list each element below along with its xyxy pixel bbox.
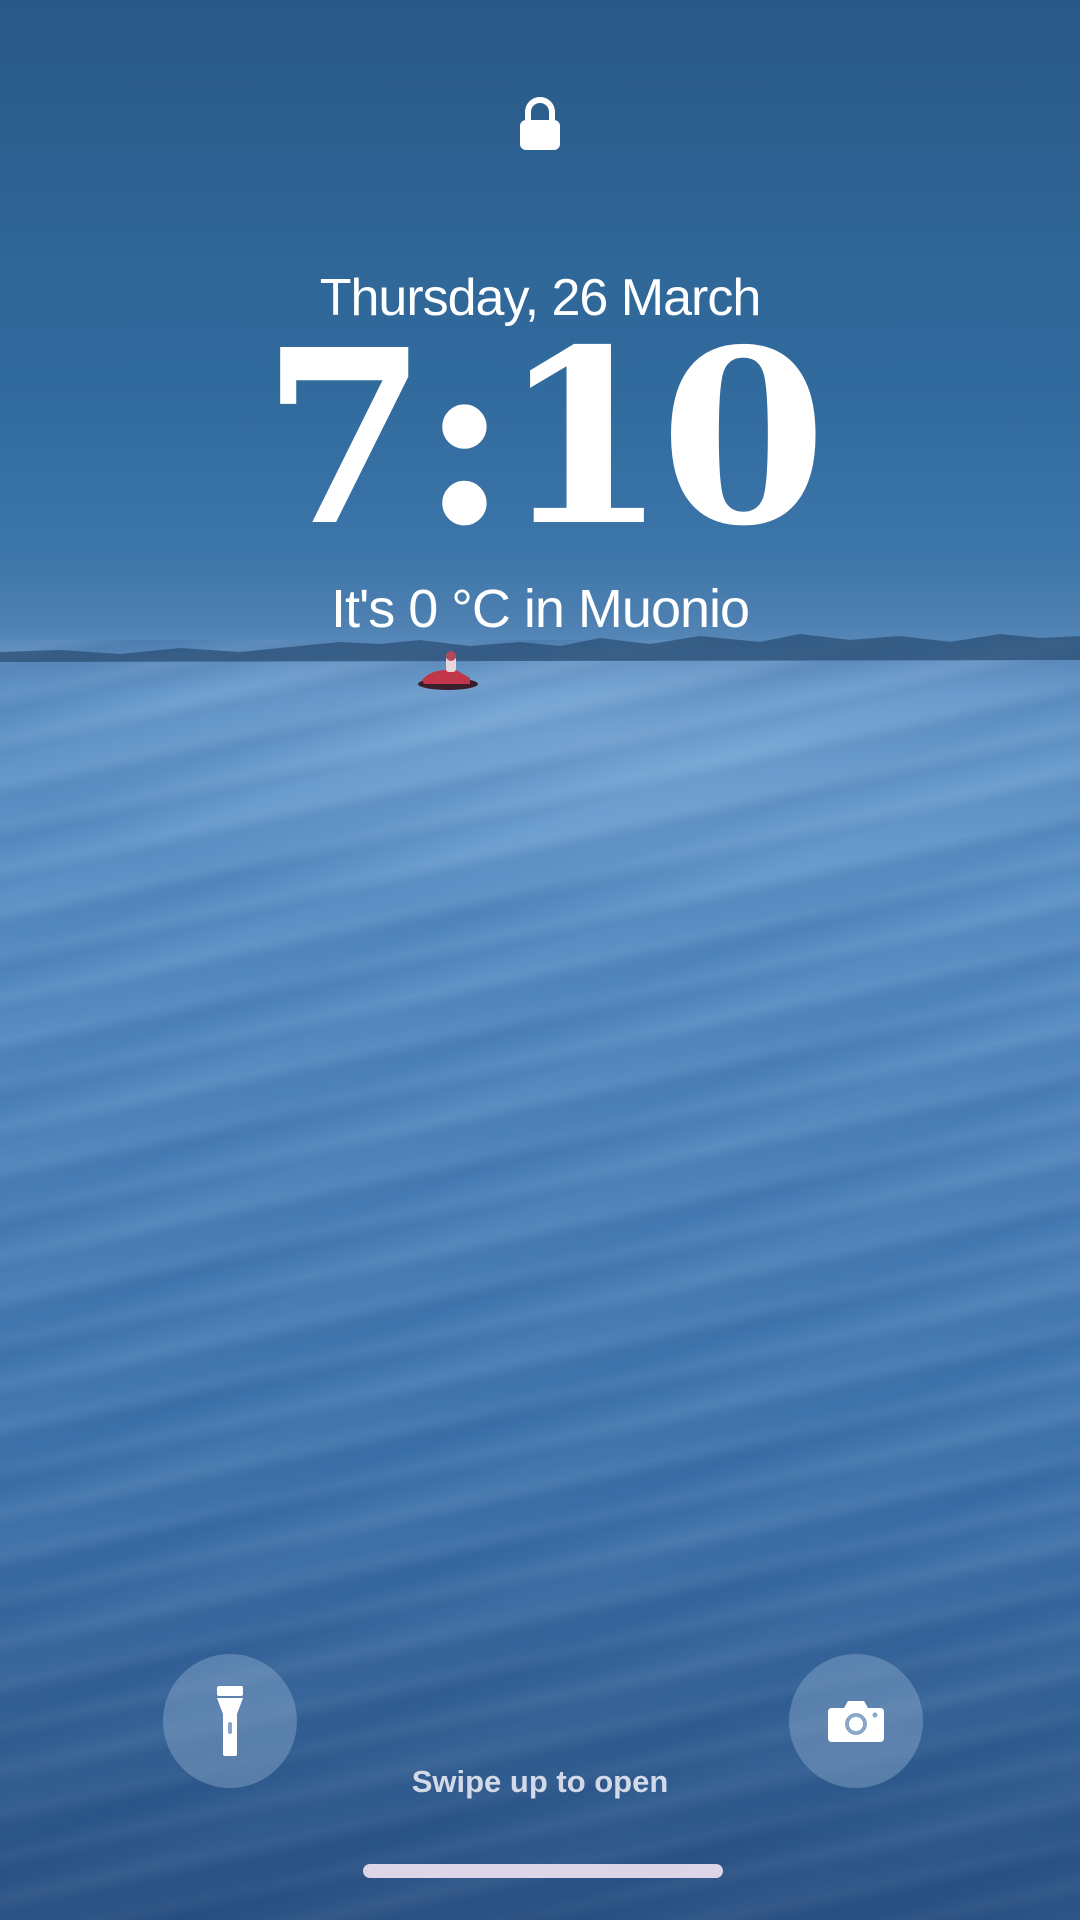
lock-screen[interactable]: Thursday, 26 March 7:10 It's 0 °C in Muo…	[0, 0, 1080, 1920]
camera-icon	[828, 1701, 884, 1742]
flashlight-icon	[217, 1686, 243, 1756]
lock-time: 7:10	[261, 297, 827, 579]
home-indicator[interactable]	[363, 1864, 723, 1878]
snowmobile	[418, 651, 478, 690]
weather-widget[interactable]: It's 0 °C in Muonio	[0, 578, 1080, 640]
lock-icon	[520, 97, 560, 150]
swipe-up-hint: Swipe up to open	[411, 1764, 669, 1799]
